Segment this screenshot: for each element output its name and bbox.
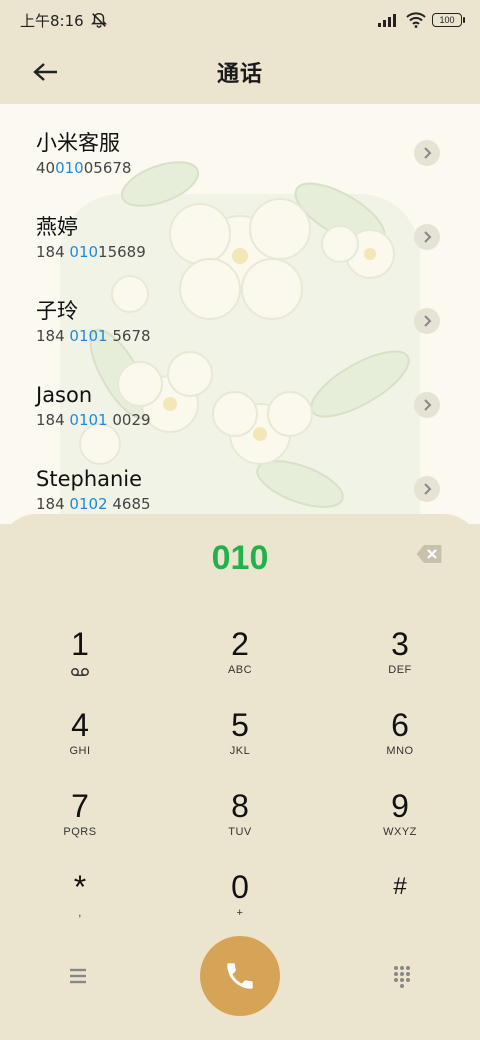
contact-detail-button[interactable]: [414, 140, 440, 166]
key-9[interactable]: 9 WXYZ: [340, 788, 460, 860]
back-button[interactable]: [26, 52, 66, 92]
contact-number: 184 0102 4685: [36, 495, 151, 513]
chevron-right-icon: [424, 315, 432, 327]
key-6[interactable]: 6 MNO: [340, 707, 460, 779]
contact-detail-button[interactable]: [414, 476, 440, 502]
contact-detail-button[interactable]: [414, 224, 440, 250]
key-5[interactable]: 5 JKL: [180, 707, 300, 779]
key-8[interactable]: 8 TUV: [180, 788, 300, 860]
dialpad-icon[interactable]: [390, 964, 414, 988]
chevron-right-icon: [424, 483, 432, 495]
battery-level: 100: [439, 15, 455, 25]
battery-indicator: 100: [432, 13, 465, 27]
list-item[interactable]: 燕婷 184 01015689: [0, 188, 480, 272]
status-bar: 上午8:16 100: [0, 0, 480, 40]
menu-icon[interactable]: [66, 964, 90, 988]
contact-number: 184 0101 0029: [36, 411, 151, 429]
key-3[interactable]: 3 DEF: [340, 626, 460, 698]
status-time: 上午8:16: [20, 11, 84, 30]
wifi-icon: [406, 12, 426, 28]
list-item[interactable]: 子玲 184 0101 5678: [0, 272, 480, 356]
contact-detail-button[interactable]: [414, 392, 440, 418]
bottom-action-bar: [0, 920, 480, 1030]
chevron-right-icon: [424, 147, 432, 159]
page-title: 通话: [216, 62, 263, 87]
voicemail-icon: [71, 668, 89, 676]
contact-number: 184 0101 5678: [36, 327, 151, 345]
list-item[interactable]: Stephanie 184 0102 4685: [0, 440, 480, 524]
key-7[interactable]: 7 PQRS: [20, 788, 140, 860]
key-4[interactable]: 4 GHI: [20, 707, 140, 779]
backspace-icon[interactable]: [416, 544, 442, 564]
bell-muted-icon: [90, 12, 107, 28]
call-button[interactable]: [200, 936, 280, 1016]
chevron-right-icon: [424, 399, 432, 411]
phone-icon: [227, 963, 253, 989]
list-item[interactable]: 小米客服 4001005678: [0, 104, 480, 188]
contact-number: 4001005678: [36, 159, 132, 177]
header: 通话: [0, 40, 480, 104]
dial-input-display[interactable]: 010: [0, 534, 480, 582]
chevron-right-icon: [424, 231, 432, 243]
contact-number: 184 01015689: [36, 243, 146, 261]
list-item[interactable]: Jason 184 0101 0029: [0, 356, 480, 440]
arrow-left-icon: [33, 63, 57, 81]
signal-icon: [378, 14, 396, 27]
key-2[interactable]: 2 ABC: [180, 626, 300, 698]
contact-detail-button[interactable]: [414, 308, 440, 334]
key-1[interactable]: 1: [20, 626, 140, 698]
contact-results-list[interactable]: 小米客服 4001005678 燕婷 184 01015689 子玲 184 0…: [0, 104, 480, 524]
